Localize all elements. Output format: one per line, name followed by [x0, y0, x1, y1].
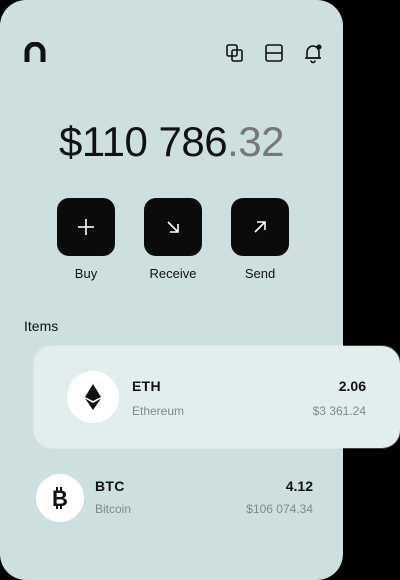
- btc-value: $106 074.34: [246, 502, 313, 516]
- app-logo-icon: [24, 41, 46, 64]
- layout-icon[interactable]: [263, 42, 285, 64]
- arrow-down-right-icon: [167, 221, 179, 233]
- eth-amount: 2.06: [338, 378, 366, 394]
- send-button[interactable]: [231, 198, 289, 256]
- plus-icon: [78, 219, 94, 235]
- copy-icon[interactable]: [224, 42, 246, 64]
- send-label: Send: [244, 266, 276, 281]
- btc-name: Bitcoin: [95, 502, 132, 516]
- balance-cents: .32: [227, 118, 284, 165]
- buy-button[interactable]: [57, 198, 115, 256]
- wallet-screen: $110 786.32 Buy Receive Send Items B BTC…: [0, 0, 343, 580]
- total-balance: $110 786.32: [0, 118, 343, 166]
- eth-name: Ethereum: [132, 404, 185, 418]
- receive-button[interactable]: [144, 198, 202, 256]
- balance-whole: $110 786: [59, 118, 228, 165]
- btc-amount: 4.12: [285, 478, 313, 494]
- bell-icon[interactable]: [302, 42, 324, 64]
- items-title: Items: [24, 318, 59, 334]
- bitcoin-icon: B: [36, 474, 84, 522]
- ethereum-icon: [67, 371, 119, 423]
- btc-symbol: BTC: [95, 478, 125, 494]
- eth-symbol: ETH: [132, 378, 161, 394]
- list-item-eth[interactable]: ETH Ethereum 2.06 $3 361.24: [34, 346, 400, 448]
- buy-label: Buy: [74, 266, 98, 281]
- receive-label: Receive: [149, 266, 197, 281]
- eth-value: $3 361.24: [312, 404, 366, 418]
- arrow-up-right-icon: [254, 221, 266, 233]
